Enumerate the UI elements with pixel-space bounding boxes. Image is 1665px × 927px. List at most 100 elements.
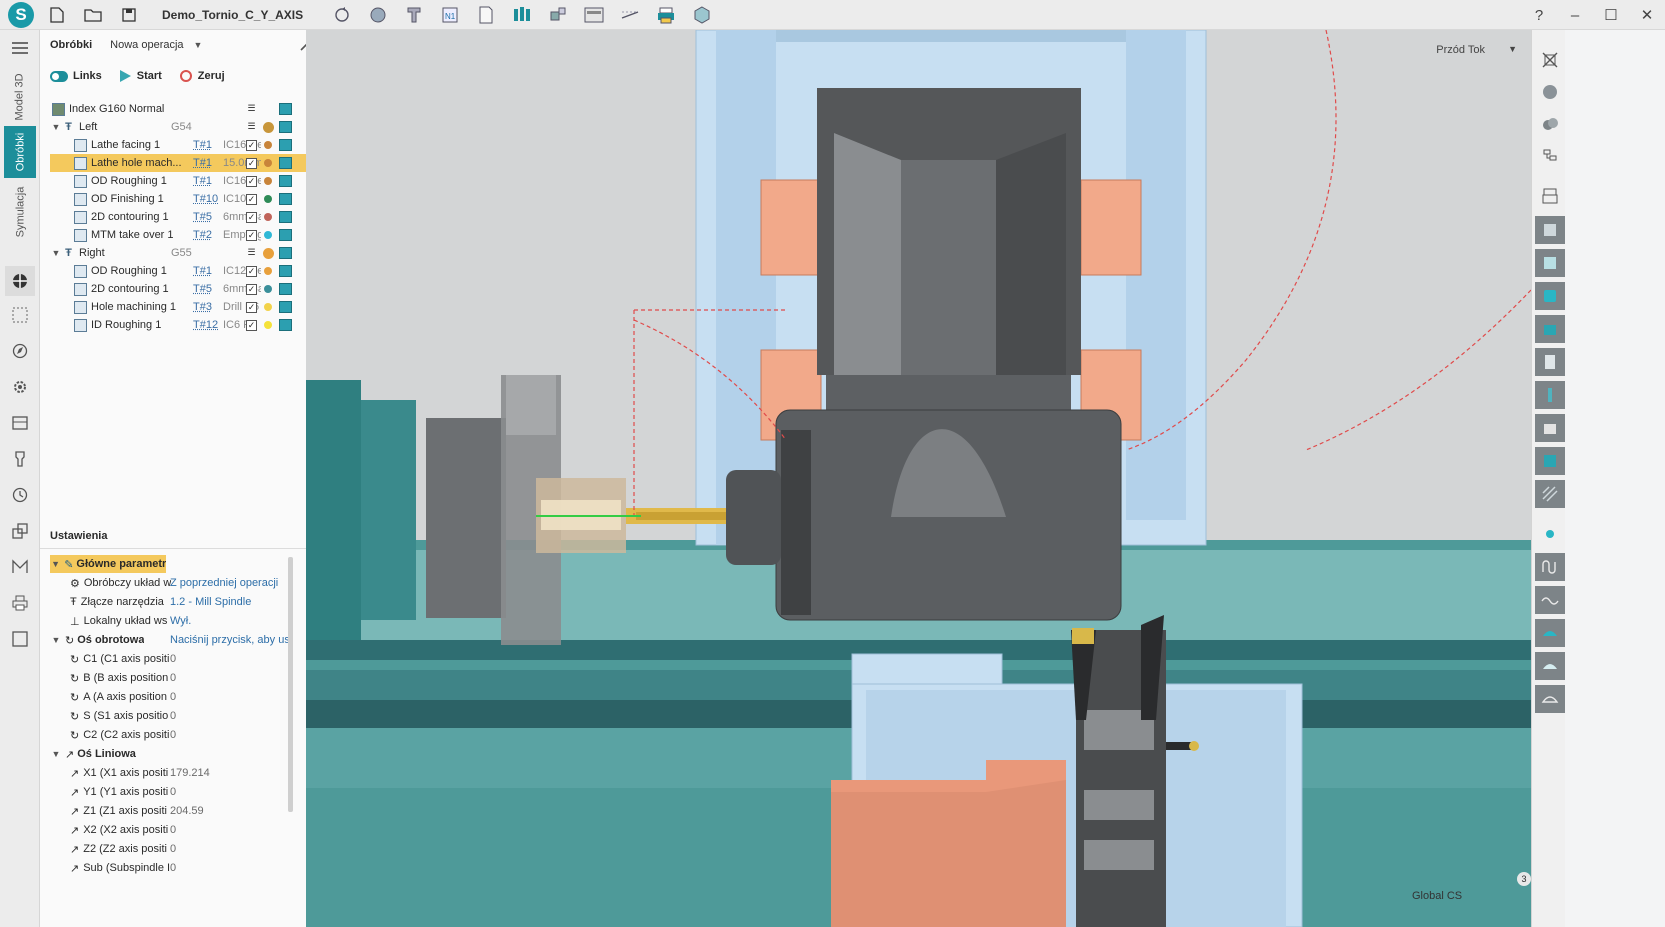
color-dot[interactable] xyxy=(264,321,272,329)
op-tool[interactable]: T#1 xyxy=(193,157,223,169)
tree-op-row[interactable]: Hole machining 1 T#3 Drill D6 ✓ xyxy=(50,298,320,316)
setting-row[interactable]: ↗ Z2 (Z2 axis positi 0 xyxy=(50,840,292,858)
tree-op-row[interactable]: OD Finishing 1 T#10 IC10 R ✓ xyxy=(50,190,320,208)
op-tool[interactable]: T#10 xyxy=(193,193,223,205)
setting-row[interactable]: ↻ B (B axis position 0 xyxy=(50,669,292,687)
op-tool[interactable]: T#1 xyxy=(193,139,223,151)
setting-row[interactable]: ↻ S (S1 axis positio 0 xyxy=(50,707,292,725)
setting-value[interactable]: 0 xyxy=(170,710,292,722)
gear-icon[interactable] xyxy=(10,377,30,397)
measure-icon[interactable] xyxy=(619,5,641,25)
compass-icon[interactable] xyxy=(10,341,30,361)
tree-op-row[interactable]: 2D contouring 1 T#5 6mm Ba ✓ xyxy=(50,280,320,298)
tree-op-row[interactable]: OD Roughing 1 T#1 IC12 Re ✓ xyxy=(50,262,320,280)
post-processor-icon[interactable] xyxy=(279,193,292,205)
op-checkbox[interactable]: ✓ xyxy=(246,211,257,223)
toolpath-wave-icon[interactable] xyxy=(1535,586,1565,614)
3d-viewport[interactable]: Przód Tok ▼ Global CS 5% 3 xyxy=(306,30,1531,927)
toolpath-curve-icon[interactable] xyxy=(1535,553,1565,581)
op-tool[interactable]: T#5 xyxy=(193,211,223,223)
op-checkbox[interactable]: ✓ xyxy=(246,229,257,241)
setting-value[interactable]: 0 xyxy=(170,824,292,836)
links-toggle[interactable]: Links xyxy=(50,70,102,82)
machine-icon[interactable] xyxy=(10,413,30,433)
shading-icon[interactable] xyxy=(1535,78,1565,106)
post-processor-icon[interactable] xyxy=(279,175,292,187)
setting-row[interactable]: ↻ A (A axis position 0 xyxy=(50,688,292,706)
setting-row[interactable]: ↻ C1 (C1 axis positi 0 xyxy=(50,650,292,668)
setting-row[interactable]: ⚙ Obróbczy układ wZ poprzedniej operacji xyxy=(50,574,292,592)
op-checkbox[interactable]: ✓ xyxy=(246,265,257,277)
setting-row[interactable]: ↗ X1 (X1 axis positi 179.214 xyxy=(50,764,292,782)
setting-row[interactable]: ↗ Y1 (Y1 axis positi 0 xyxy=(50,783,292,801)
simulate-icon[interactable] xyxy=(367,5,389,25)
setting-row[interactable]: ↗ X2 (X2 axis positi 0 xyxy=(50,821,292,839)
rotate-view-icon[interactable] xyxy=(331,5,353,25)
color-dot[interactable] xyxy=(264,285,272,293)
list-icon[interactable]: ☰ xyxy=(246,103,257,115)
chuck-view-icon[interactable] xyxy=(1535,249,1565,277)
settings-section-main[interactable]: ▼ ✎ Główne parametry xyxy=(50,555,166,573)
color-dot[interactable] xyxy=(264,141,272,149)
close-button[interactable]: ✕ xyxy=(1629,6,1665,24)
chevron-down-icon[interactable]: ▼ xyxy=(194,40,203,50)
target-view-icon[interactable] xyxy=(1535,447,1565,475)
post-processor-icon[interactable] xyxy=(279,229,292,241)
setting-row[interactable]: ↗ Z1 (Z1 axis positi 204.59 xyxy=(50,802,292,820)
setting-value[interactable]: 0 xyxy=(170,843,292,855)
post-processor-icon[interactable] xyxy=(279,157,292,169)
chevron-down-icon[interactable]: ▼ xyxy=(50,248,62,258)
op-checkbox[interactable]: ✓ xyxy=(246,319,257,331)
document-report-icon[interactable] xyxy=(475,5,497,25)
window-icon[interactable] xyxy=(10,629,30,649)
op-tool[interactable]: T#5 xyxy=(193,283,223,295)
surface-view-icon[interactable] xyxy=(1535,619,1565,647)
chevron-down-icon[interactable]: ▼ xyxy=(50,749,62,759)
setting-row[interactable]: ↻ C2 (C2 axis positi 0 xyxy=(50,726,292,744)
clock-icon[interactable] xyxy=(10,485,30,505)
transform-icon[interactable] xyxy=(10,521,30,541)
setting-value[interactable]: 204.59 xyxy=(170,805,292,817)
fixture-icon[interactable] xyxy=(547,5,569,25)
color-dot[interactable] xyxy=(264,231,272,239)
setting-value[interactable]: Z poprzedniej operacji xyxy=(170,577,292,589)
tree-root[interactable]: Index G160 Normal ☰ xyxy=(50,100,320,118)
settings-section-rotary[interactable]: ▼ ↻ Oś obrotowa Naciśnij przycisk, aby ust xyxy=(50,631,292,649)
material-icon[interactable] xyxy=(1535,110,1565,138)
setting-value[interactable]: 0 xyxy=(170,653,292,665)
tool-library-icon[interactable] xyxy=(403,5,425,25)
op-checkbox[interactable]: ✓ xyxy=(246,157,257,169)
minimize-button[interactable]: – xyxy=(1557,7,1593,24)
setting-value[interactable]: 0 xyxy=(170,729,292,741)
op-tool[interactable]: T#12 xyxy=(193,319,223,331)
spindle-view-icon[interactable] xyxy=(1535,216,1565,244)
post-processor-icon[interactable] xyxy=(279,103,292,115)
color-dot[interactable] xyxy=(264,267,272,275)
printer-icon[interactable] xyxy=(655,5,677,25)
new-file-icon[interactable] xyxy=(44,3,70,27)
op-checkbox[interactable]: ✓ xyxy=(246,301,257,313)
tree-op-row[interactable]: ID Roughing 1 T#12 IC6 Re ✓ xyxy=(50,316,320,334)
list-icon[interactable]: ☰ xyxy=(246,121,257,133)
new-operation-dropdown[interactable]: Nowa operacja xyxy=(110,39,183,51)
color-dot[interactable] xyxy=(263,121,274,133)
machine-setup-icon[interactable] xyxy=(583,5,605,25)
op-checkbox[interactable]: ✓ xyxy=(246,139,257,151)
color-dot[interactable] xyxy=(263,247,274,259)
surface-outline-icon[interactable] xyxy=(1535,685,1565,713)
list-icon[interactable]: ☰ xyxy=(246,247,257,259)
tab-symulacja[interactable]: Symulacja xyxy=(4,180,36,244)
chevron-down-icon[interactable]: ▼ xyxy=(50,559,61,569)
setting-value[interactable]: Wył. xyxy=(170,615,292,627)
tab-obrobki[interactable]: Obróbki xyxy=(4,126,36,178)
print-icon[interactable] xyxy=(10,593,30,613)
post-processor-icon[interactable] xyxy=(279,265,292,277)
setting-value[interactable]: 0 xyxy=(170,862,292,874)
selection-box-icon[interactable] xyxy=(10,305,30,325)
setting-value[interactable]: Naciśnij przycisk, aby ust xyxy=(170,634,292,646)
op-tool[interactable]: T#2 xyxy=(193,229,223,241)
app-logo-icon[interactable]: S xyxy=(8,1,34,28)
tree-group-right[interactable]: ▼ Ŧ Right G55 ☰ xyxy=(50,244,320,262)
setting-value[interactable]: 0 xyxy=(170,691,292,703)
3d-cube-icon[interactable] xyxy=(691,5,713,25)
